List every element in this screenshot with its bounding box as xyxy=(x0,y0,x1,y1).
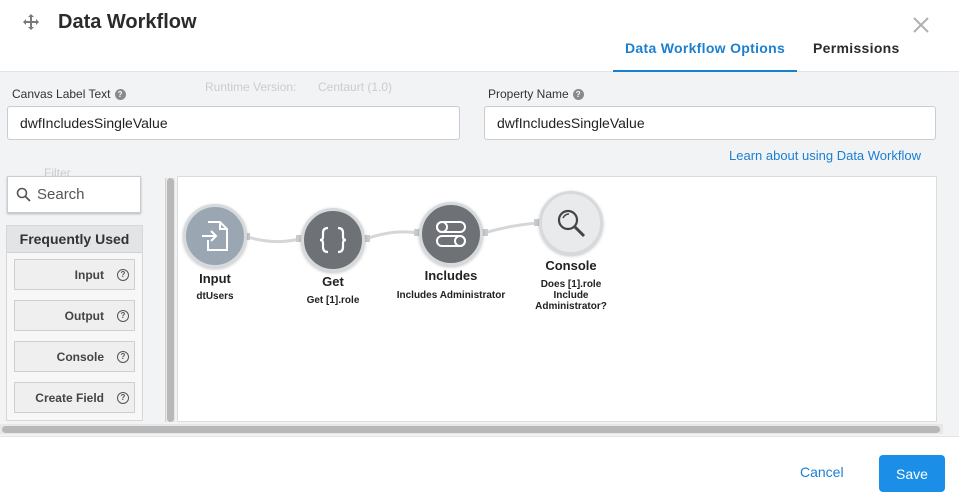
frequently-used-panel: Frequently Used Input ? Output ? Console… xyxy=(6,225,143,421)
tab-data-workflow-options[interactable]: Data Workflow Options xyxy=(613,30,798,72)
dialog-title: Data Workflow xyxy=(58,11,197,33)
palette-search-input[interactable]: Search xyxy=(7,176,141,213)
dialog-footer: Cancel Save xyxy=(0,436,959,502)
node-subtitle: Get [1].role xyxy=(306,295,360,306)
palette-item-input[interactable]: Input ? xyxy=(14,259,135,290)
help-icon[interactable]: ? xyxy=(117,392,129,404)
node-title: Includes xyxy=(424,268,478,283)
property-name-field-label: Property Name ? xyxy=(488,87,584,101)
panel-title: Frequently Used xyxy=(7,226,142,253)
node-title: Console xyxy=(545,258,597,273)
tab-bar: Data Workflow Options Permissions xyxy=(613,30,912,72)
close-icon[interactable] xyxy=(912,16,930,34)
palette-item-label: Create Field xyxy=(35,390,104,405)
node-title: Get xyxy=(322,274,344,289)
workflow-node-get[interactable] xyxy=(301,208,365,272)
dialog-header: Data Workflow Data Workflow Options Perm… xyxy=(0,0,959,72)
node-title: Input xyxy=(199,271,231,286)
help-icon[interactable]: ? xyxy=(114,88,126,100)
palette-item-console[interactable]: Console ? xyxy=(14,341,135,372)
learn-data-workflow-link[interactable]: Learn about using Data Workflow xyxy=(729,148,921,163)
search-placeholder: Search xyxy=(37,186,85,203)
magnifier-icon xyxy=(557,209,586,238)
cancel-button[interactable]: Cancel xyxy=(800,464,844,480)
help-icon[interactable]: ? xyxy=(117,351,129,363)
move-icon[interactable] xyxy=(22,13,40,31)
canvas-label-input[interactable] xyxy=(7,106,460,140)
search-icon xyxy=(16,187,31,202)
help-icon[interactable]: ? xyxy=(117,269,129,281)
connector-includes-console xyxy=(483,221,539,235)
palette-item-label: Output xyxy=(64,308,104,323)
workflow-canvas[interactable]: Input dtUsers Get Get [1].role Includes … xyxy=(177,176,937,422)
workflow-node-input[interactable] xyxy=(183,204,247,268)
ghost-runtime-value: Centaurt (1.0) xyxy=(318,80,393,94)
property-name-input[interactable] xyxy=(484,106,936,140)
property-name-text: Property Name xyxy=(488,87,569,101)
ghost-runtime-label: Runtime Version: xyxy=(205,80,297,94)
save-button[interactable]: Save xyxy=(879,455,945,492)
canvas-label-field-label: Canvas Label Text ? xyxy=(12,87,126,101)
connector-input-get xyxy=(247,235,301,244)
help-icon[interactable]: ? xyxy=(572,88,584,100)
palette-item-output[interactable]: Output ? xyxy=(14,300,135,331)
canvas-label-text: Canvas Label Text xyxy=(12,87,111,101)
help-icon[interactable]: ? xyxy=(117,310,129,322)
node-subtitle: dtUsers xyxy=(196,291,234,302)
palette-item-create-field[interactable]: Create Field ? xyxy=(14,382,135,413)
scrollbar-thumb[interactable] xyxy=(2,426,940,433)
node-subtitle: Includes Administrator xyxy=(396,290,506,301)
braces-icon xyxy=(319,226,347,254)
palette-item-label: Input xyxy=(74,267,104,282)
workflow-node-includes[interactable] xyxy=(419,202,483,266)
input-icon xyxy=(202,221,228,251)
workflow-node-console[interactable] xyxy=(539,191,603,255)
node-subtitle: Does [1].role Include Administrator? xyxy=(535,279,607,312)
palette-item-label: Console xyxy=(56,349,104,364)
connector-get-includes xyxy=(365,230,419,241)
tab-permissions[interactable]: Permissions xyxy=(801,30,912,72)
includes-icon xyxy=(436,221,466,247)
canvas-horizontal-scrollbar[interactable] xyxy=(0,424,943,434)
